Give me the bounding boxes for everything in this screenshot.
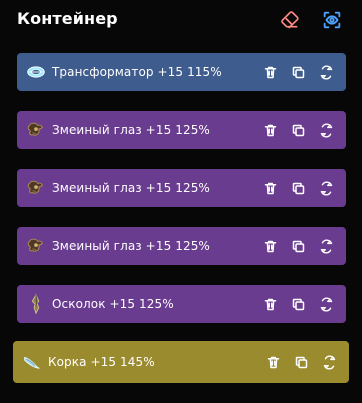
refresh-button[interactable] <box>318 238 334 254</box>
eye-icon <box>323 11 341 29</box>
copy-icon <box>292 240 304 252</box>
copy-button[interactable] <box>293 354 309 370</box>
delete-button[interactable] <box>262 122 278 138</box>
item-label: Осколок +15 125% <box>52 297 174 311</box>
list-item[interactable]: Змеиный глаз +15 125% <box>17 111 346 149</box>
delete-button[interactable] <box>262 180 278 196</box>
trash-icon <box>264 240 276 252</box>
panel-title: Контейнер <box>17 9 118 28</box>
trash-icon <box>264 182 276 194</box>
copy-button[interactable] <box>290 296 306 312</box>
trash-icon <box>264 124 276 136</box>
item-actions <box>262 238 334 254</box>
refresh-button[interactable] <box>318 180 334 196</box>
list-item[interactable]: Корка +15 145% <box>13 341 349 383</box>
refresh-icon <box>320 238 332 254</box>
eraser-icon <box>281 11 299 29</box>
item-actions <box>262 122 334 138</box>
list-item[interactable]: Змеиный глаз +15 125% <box>17 227 346 265</box>
item-actions <box>262 296 334 312</box>
shard-icon <box>25 293 47 315</box>
copy-button[interactable] <box>290 122 306 138</box>
delete-button[interactable] <box>265 354 281 370</box>
copy-icon <box>292 182 304 194</box>
visibility-button[interactable] <box>320 8 344 32</box>
copy-button[interactable] <box>290 238 306 254</box>
trash-icon <box>267 356 279 368</box>
item-actions <box>262 180 334 196</box>
copy-button[interactable] <box>290 64 306 80</box>
item-actions <box>262 64 334 80</box>
trash-icon <box>264 298 276 310</box>
list-item[interactable]: Осколок +15 125% <box>17 285 346 323</box>
delete-button[interactable] <box>262 238 278 254</box>
refresh-button[interactable] <box>321 354 337 370</box>
container-panel: Контейнер Трансформатор +15 115% Змеиный… <box>0 0 362 403</box>
refresh-button[interactable] <box>318 122 334 138</box>
item-label: Змеиный глаз +15 125% <box>52 181 210 195</box>
item-label: Змеиный глаз +15 125% <box>52 123 210 137</box>
crust-icon <box>21 351 43 373</box>
eraser-button[interactable] <box>278 8 302 32</box>
refresh-button[interactable] <box>318 296 334 312</box>
copy-icon <box>292 66 304 78</box>
snake-eye-icon <box>25 177 47 199</box>
snake-eye-icon <box>25 235 47 257</box>
item-label: Корка +15 145% <box>48 355 155 369</box>
trash-icon <box>264 66 276 78</box>
item-label: Трансформатор +15 115% <box>52 65 222 79</box>
copy-button[interactable] <box>290 180 306 196</box>
refresh-icon <box>320 296 332 312</box>
copy-icon <box>292 124 304 136</box>
panel-header: Контейнер <box>17 7 345 35</box>
list-item[interactable]: Трансформатор +15 115% <box>17 53 346 91</box>
refresh-icon <box>323 354 335 370</box>
delete-button[interactable] <box>262 296 278 312</box>
copy-icon <box>292 298 304 310</box>
list-item[interactable]: Змеиный глаз +15 125% <box>17 169 346 207</box>
item-actions <box>265 354 337 370</box>
refresh-icon <box>320 180 332 196</box>
snake-eye-icon <box>25 119 47 141</box>
refresh-icon <box>320 64 332 80</box>
copy-icon <box>295 356 307 368</box>
refresh-button[interactable] <box>318 64 334 80</box>
refresh-icon <box>320 122 332 138</box>
item-label: Змеиный глаз +15 125% <box>52 239 210 253</box>
transformer-icon <box>25 61 47 83</box>
delete-button[interactable] <box>262 64 278 80</box>
